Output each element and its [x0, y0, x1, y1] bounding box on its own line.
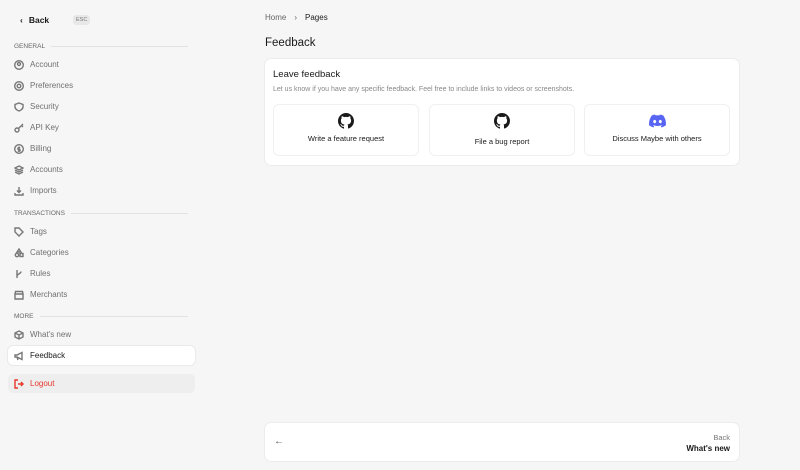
shapes-icon: [14, 247, 24, 257]
github-icon: [494, 113, 510, 129]
sidebar-item-accounts[interactable]: Accounts: [8, 160, 195, 179]
sidebar-item-api-key[interactable]: API Key: [8, 118, 195, 137]
page-title: Feedback: [265, 37, 316, 49]
sidebar-item-feedback[interactable]: Feedback: [8, 346, 195, 365]
logout-button[interactable]: Logout: [8, 374, 195, 393]
sidebar-item-categories[interactable]: Categories: [8, 243, 195, 262]
sidebar-item-merchants[interactable]: Merchants: [8, 285, 195, 304]
card-description: Let us know if you have any specific fee…: [273, 86, 575, 93]
footer-back-label: Back: [713, 433, 730, 442]
section-general: GENERAL: [14, 43, 188, 50]
chevron-right-icon: ›: [294, 13, 298, 22]
sidebar-item-preferences[interactable]: Preferences: [8, 76, 195, 95]
tag-icon: [14, 226, 24, 237]
sidebar-item-rules[interactable]: Rules: [8, 264, 195, 283]
chevron-left-icon: ‹: [20, 15, 23, 25]
sidebar-item-security[interactable]: Security: [8, 97, 195, 116]
section-more: MORE: [14, 313, 188, 320]
megaphone-icon: [14, 350, 23, 361]
store-icon: [14, 290, 24, 300]
breadcrumb: Home › Pages: [265, 13, 328, 22]
key-icon: [14, 123, 24, 133]
dollar-circle-icon: [14, 143, 24, 154]
feedback-card: Leave feedback Let us know if you have a…: [265, 59, 739, 165]
breadcrumb-home[interactable]: Home: [265, 13, 286, 22]
arrow-left-icon[interactable]: ←: [274, 436, 284, 447]
user-circle-icon: [14, 59, 24, 70]
sidebar-item-account[interactable]: Account: [8, 55, 195, 74]
box-icon: [14, 329, 24, 340]
sidebar-item-tags[interactable]: Tags: [8, 222, 195, 241]
sidebar-item-whats-new[interactable]: What's new: [8, 325, 195, 344]
card-title: Leave feedback: [273, 69, 341, 80]
breadcrumb-current: Pages: [305, 13, 328, 22]
logout-icon: [14, 378, 24, 389]
github-icon: [338, 113, 354, 129]
sidebar-item-imports[interactable]: Imports: [8, 181, 195, 200]
sidebar-item-billing[interactable]: Billing: [8, 139, 195, 158]
footer-nav[interactable]: ← Back What's new: [265, 423, 739, 461]
feature-request-button[interactable]: Write a feature request: [273, 104, 419, 156]
discord-icon: [648, 114, 666, 128]
download-icon: [14, 186, 24, 196]
gear-icon: [14, 80, 24, 91]
section-transactions: TRANSACTIONS: [14, 210, 188, 217]
discord-button[interactable]: Discuss Maybe with others: [584, 104, 730, 156]
git-branch-icon: [16, 269, 22, 278]
esc-badge: ESC: [73, 15, 91, 25]
back-button[interactable]: ‹ Back ESC: [20, 15, 91, 25]
bug-report-button[interactable]: File a bug report: [429, 104, 575, 156]
shield-icon: [14, 101, 24, 112]
footer-target-link[interactable]: What's new: [686, 444, 730, 453]
layers-icon: [14, 164, 24, 175]
